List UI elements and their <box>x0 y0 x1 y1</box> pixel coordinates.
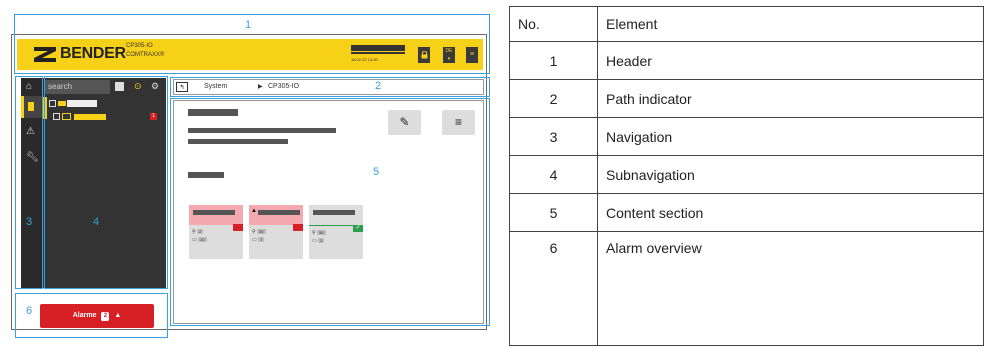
table-header-row: No. Element <box>509 6 984 42</box>
table-row: 5 Content section <box>509 193 984 232</box>
row-element: Navigation <box>597 117 984 156</box>
callout-number-3: 3 <box>26 216 33 228</box>
callout-box-content <box>170 98 490 326</box>
row-element: Alarm overview <box>597 231 984 346</box>
table-row: 4 Subnavigation <box>509 155 984 194</box>
table-header-no: No. <box>509 6 598 42</box>
callout-number-4: 4 <box>93 216 100 228</box>
table-row: 3 Navigation <box>509 117 984 156</box>
table-row: 6 Alarm overview <box>509 231 984 346</box>
row-element: Content section <box>597 193 984 232</box>
table-header-element: Element <box>597 6 984 42</box>
table-row: 2 Path indicator <box>509 79 984 118</box>
callout-number-1: 1 <box>245 19 252 31</box>
callout-box-navigation <box>15 76 43 289</box>
legend-table: No. Element 1 Header 2 Path indicator 3 … <box>509 6 984 346</box>
row-element: Subnavigation <box>597 155 984 194</box>
callout-box-subnavigation <box>44 76 168 289</box>
row-no: 5 <box>509 193 598 232</box>
row-no: 2 <box>509 79 598 118</box>
row-no: 3 <box>509 117 598 156</box>
row-no: 6 <box>509 231 598 346</box>
callout-number-2: 2 <box>375 80 382 92</box>
callout-box-alarm <box>15 293 168 338</box>
callout-number-6: 6 <box>26 305 33 317</box>
callout-number-5: 5 <box>373 166 380 178</box>
callout-box-path <box>170 77 490 97</box>
callout-box-header <box>14 14 490 74</box>
row-element: Path indicator <box>597 79 984 118</box>
row-no: 4 <box>509 155 598 194</box>
table-row: 1 Header <box>509 41 984 80</box>
row-no: 1 <box>509 41 598 80</box>
row-element: Header <box>597 41 984 80</box>
